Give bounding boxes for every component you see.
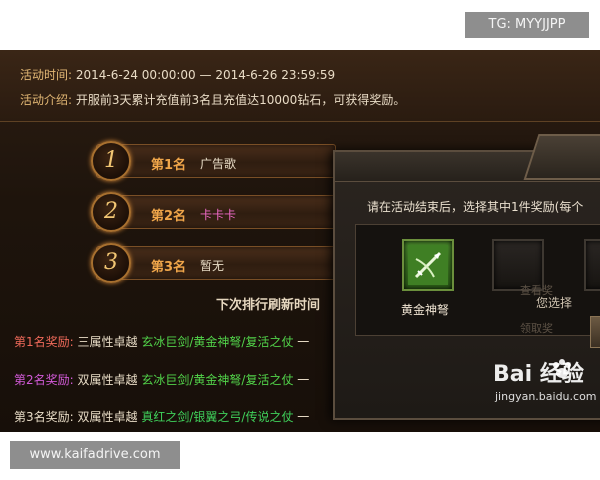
popup-side-text: 您选择 (536, 296, 573, 310)
activity-info: 活动时间: 2014-6-24 00:00:00 — 2014-6-26 23:… (0, 50, 600, 122)
activity-time-label: 活动时间: (20, 68, 73, 82)
reward-tail-2: 一 (297, 373, 310, 387)
reward-row-3: 第3名奖励: 双属性卓越 真红之剑/银翼之弓/传说之仗 一 (14, 408, 309, 425)
reward-row-2: 第2名奖励: 双属性卓越 玄冰巨剑/黄金神弩/复活之仗 一 (14, 371, 309, 388)
crossbow-icon (408, 245, 448, 285)
rank-number-1: 1 (91, 141, 131, 181)
reward-label-2: 第2名奖励: (14, 373, 74, 387)
activity-desc-value: 开服前3天累计充值前3名且充值达10000钻石，可获得奖励。 (75, 93, 406, 107)
rank-title-3: 第3名 (151, 260, 187, 275)
reward-label-1: 第1名奖励: (14, 335, 74, 349)
rank-row-2: 2 第2名 卡卡卡 (91, 192, 336, 232)
reward-label-3: 第3名奖励: (14, 410, 74, 424)
activity-desc-label: 活动介绍: (20, 93, 73, 107)
rank-title-2: 第2名 (151, 209, 187, 224)
reward-tail-3: 一 (297, 410, 310, 424)
popup-instruction: 请在活动结束后，选择其中1件奖励(每个 (367, 200, 584, 214)
rank-row-1: 1 第1名 广告歌 (91, 141, 336, 181)
rank-number-3: 3 (91, 243, 131, 283)
reward-item-name: 黄金神弩 (401, 303, 450, 317)
refresh-time-text: 下次排行刷新时间 (216, 298, 321, 313)
popup-close-frame[interactable] (523, 134, 600, 180)
tg-badge: TG: MYYJJPP (465, 12, 589, 38)
reward-slot-1[interactable] (402, 239, 454, 291)
paw-icon (553, 359, 571, 378)
activity-desc-row: 活动介绍: 开服前3天累计充值前3名且充值达10000钻石，可获得奖励。 (20, 91, 405, 108)
rank-title-1: 第1名 (151, 158, 187, 173)
reward-items-1: 玄冰巨剑/黄金神弩/复活之仗 (141, 335, 294, 349)
rank-player-3: 暂无 (200, 259, 225, 273)
activity-time-row: 活动时间: 2014-6-24 00:00:00 — 2014-6-26 23:… (20, 66, 335, 83)
reward-item-panel: 黄金神弩 (355, 224, 600, 336)
reward-slot-3[interactable] (584, 239, 600, 291)
rank-row-3: 3 第3名 暂无 (91, 243, 336, 283)
reward-items-2: 玄冰巨剑/黄金神弩/复活之仗 (141, 373, 294, 387)
site-badge: www.kaifadrive.com (10, 441, 180, 469)
rank-player-1: 广告歌 (200, 157, 237, 171)
reward-tier-2: 双属性卓越 (77, 373, 138, 387)
reward-items-3: 真红之剑/银翼之弓/传说之仗 (141, 410, 294, 424)
rank-player-2: 卡卡卡 (200, 208, 237, 222)
confirm-button[interactable] (590, 316, 600, 348)
reward-tier-3: 双属性卓越 (77, 410, 138, 424)
reward-row-1: 第1名奖励: 三属性卓越 玄冰巨剑/黄金神弩/复活之仗 一 (14, 333, 309, 350)
reward-tail-1: 一 (297, 335, 310, 349)
rank-number-2: 2 (91, 192, 131, 232)
reward-tier-1: 三属性卓越 (77, 335, 138, 349)
activity-time-value: 2014-6-24 00:00:00 — 2014-6-26 23:59:59 (75, 68, 336, 82)
baidu-watermark: Bai 经验 jingyan.baidu.com (493, 356, 600, 412)
faint-text-mid: 领取奖 (520, 322, 553, 335)
watermark-url: jingyan.baidu.com (495, 390, 597, 403)
game-panel: 活动时间: 2014-6-24 00:00:00 — 2014-6-26 23:… (0, 50, 600, 432)
